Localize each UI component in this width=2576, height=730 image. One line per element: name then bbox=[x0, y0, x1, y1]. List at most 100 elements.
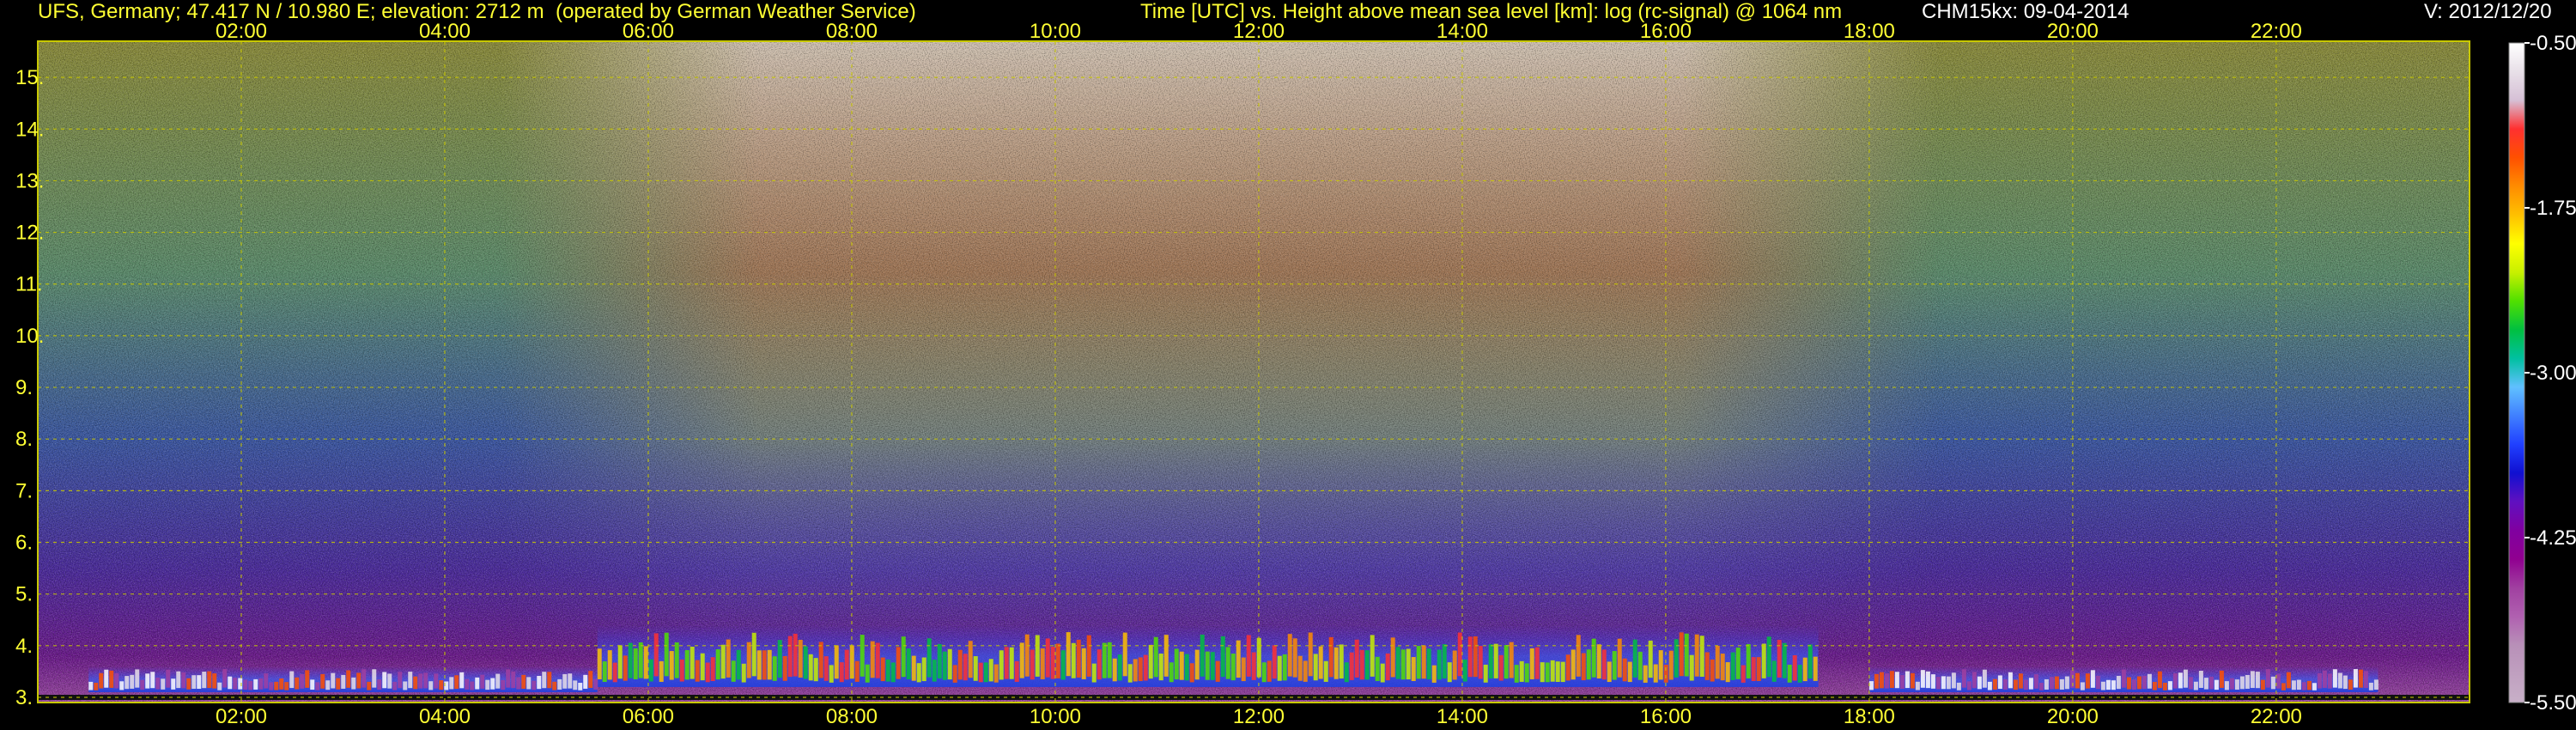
feature-column bbox=[2116, 675, 2121, 690]
y-tick-label: 5. bbox=[15, 583, 33, 606]
feature-column bbox=[428, 681, 434, 690]
x-tick-label-top: 12:00 bbox=[1233, 20, 1285, 43]
feature-column bbox=[1715, 645, 1720, 679]
feature-column bbox=[1473, 636, 1478, 678]
y-tick-label: 14. bbox=[15, 118, 44, 141]
feature-column bbox=[1406, 648, 1411, 680]
feature-column bbox=[1658, 650, 1663, 680]
feature-column bbox=[952, 665, 957, 683]
feature-column bbox=[901, 636, 906, 678]
feature-column bbox=[552, 681, 557, 690]
feature-column bbox=[1390, 637, 1395, 678]
feature-column bbox=[2219, 670, 2224, 688]
feature-column bbox=[2059, 678, 2064, 690]
feature-column bbox=[700, 653, 705, 681]
y-tick-label: 11. bbox=[15, 273, 43, 296]
feature-column bbox=[1303, 660, 1308, 682]
x-tick-label-top: 16:00 bbox=[1640, 20, 1692, 43]
feature-column bbox=[1643, 665, 1648, 683]
feature-column bbox=[1267, 660, 1272, 682]
feature-column bbox=[1874, 673, 1879, 689]
feature-column bbox=[1060, 650, 1066, 680]
feature-column bbox=[454, 675, 459, 690]
feature-column bbox=[633, 648, 638, 679]
feature-column bbox=[2172, 673, 2178, 689]
feature-column bbox=[896, 647, 901, 679]
feature-column bbox=[1560, 661, 1565, 683]
feature-column bbox=[695, 660, 700, 682]
feature-column bbox=[2095, 675, 2100, 690]
noise-speckle-dark bbox=[38, 41, 2470, 703]
x-tick-label-bottom: 18:00 bbox=[1844, 705, 1895, 728]
feature-column bbox=[2121, 669, 2126, 688]
feature-column bbox=[392, 681, 398, 690]
feature-column bbox=[1066, 632, 1071, 677]
x-tick-label-top: 04:00 bbox=[419, 20, 471, 43]
feature-column bbox=[1040, 648, 1045, 679]
feature-column bbox=[885, 659, 890, 682]
x-tick-label-bottom: 20:00 bbox=[2047, 705, 2099, 728]
feature-column bbox=[2049, 677, 2054, 690]
feature-column bbox=[382, 672, 387, 689]
feature-column bbox=[1004, 647, 1009, 679]
feature-column bbox=[475, 677, 480, 690]
feature-column bbox=[612, 662, 617, 683]
feature-column bbox=[1241, 657, 1246, 682]
feature-column bbox=[1787, 664, 1792, 683]
feature-column bbox=[1143, 654, 1148, 681]
feature-column bbox=[2275, 673, 2281, 689]
feature-column bbox=[1951, 672, 1956, 689]
feature-column bbox=[1411, 657, 1416, 681]
feature-column bbox=[99, 672, 104, 689]
feature-column bbox=[279, 678, 284, 690]
feature-column bbox=[1622, 658, 1627, 682]
colorbar-tick-label: -1.75 bbox=[2530, 197, 2576, 220]
feature-column bbox=[568, 673, 573, 689]
feature-column bbox=[1416, 646, 1421, 679]
feature-column bbox=[1030, 649, 1035, 680]
feature-column bbox=[2291, 680, 2296, 690]
feature-column bbox=[1971, 672, 1977, 689]
feature-column bbox=[1194, 649, 1200, 680]
feature-column bbox=[155, 678, 161, 690]
feature-column bbox=[1540, 662, 1545, 683]
feature-column bbox=[2167, 681, 2172, 690]
feature-column bbox=[398, 672, 403, 689]
feature-column bbox=[2131, 679, 2136, 690]
feature-column bbox=[1509, 642, 1514, 678]
feature-column bbox=[1097, 649, 1102, 680]
feature-column bbox=[1328, 636, 1334, 678]
feature-column bbox=[1091, 663, 1097, 683]
feature-column bbox=[1323, 660, 1328, 682]
feature-column bbox=[501, 679, 506, 690]
x-tick-label-bottom: 06:00 bbox=[623, 705, 674, 728]
feature-column bbox=[1710, 659, 1715, 682]
feature-column bbox=[449, 677, 454, 690]
feature-column bbox=[1920, 670, 1925, 688]
x-tick-label-bottom: 22:00 bbox=[2251, 705, 2302, 728]
feature-column bbox=[1679, 632, 1684, 677]
feature-column bbox=[963, 654, 968, 681]
feature-column bbox=[562, 673, 568, 689]
feature-column bbox=[228, 676, 233, 690]
feature-column bbox=[2033, 674, 2038, 689]
feature-column bbox=[860, 635, 865, 677]
feature-column bbox=[1653, 664, 1658, 683]
feature-column bbox=[715, 648, 720, 680]
feature-column bbox=[130, 674, 135, 689]
feature-column bbox=[1581, 653, 1586, 681]
feature-column bbox=[803, 646, 808, 679]
feature-column bbox=[1359, 649, 1364, 680]
feature-column bbox=[2064, 676, 2069, 690]
feature-column bbox=[181, 672, 186, 689]
feature-column bbox=[2090, 670, 2095, 688]
feature-column bbox=[968, 641, 973, 678]
feature-column bbox=[1261, 662, 1267, 683]
feature-column bbox=[911, 655, 916, 681]
feature-column bbox=[305, 670, 310, 688]
feature-column bbox=[310, 679, 315, 690]
feature-column bbox=[999, 650, 1004, 680]
feature-column bbox=[1935, 677, 1941, 690]
feature-column bbox=[495, 673, 501, 689]
feature-column bbox=[2198, 671, 2203, 688]
